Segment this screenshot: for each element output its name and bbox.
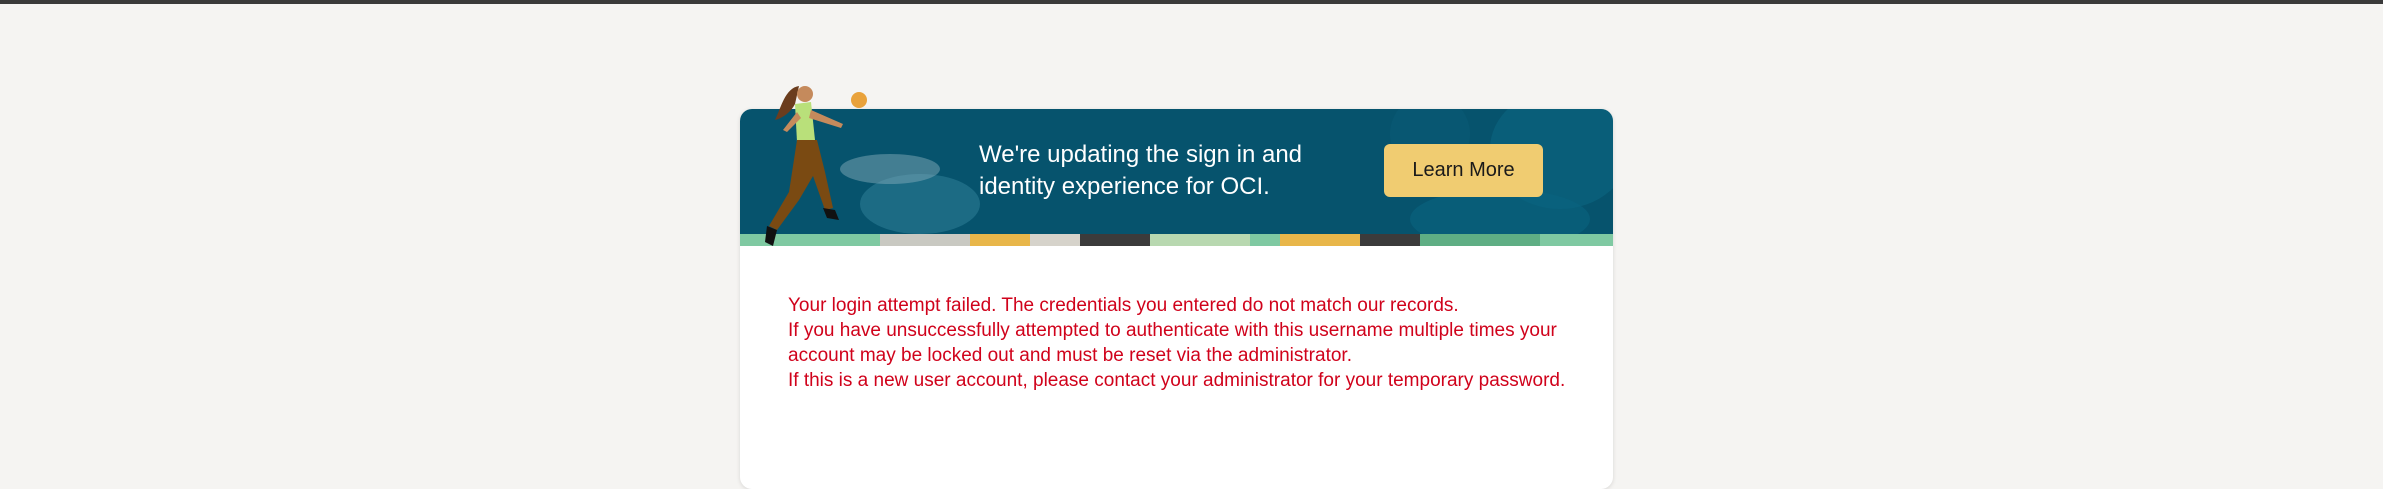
error-message: Your login attempt failed. The credentia… <box>788 295 1459 316</box>
error-message: If you have unsuccessfully attempted to … <box>788 320 1557 366</box>
banner-message: We're updating the sign in and identity … <box>979 141 1303 200</box>
running-woman-illustration <box>765 86 867 246</box>
learn-more-button[interactable]: Learn More <box>1384 144 1543 197</box>
error-message: If this is a new user account, please co… <box>788 370 1566 391</box>
top-bar <box>0 0 2383 4</box>
login-error-messages: Your login attempt failed. The credentia… <box>788 293 1568 393</box>
